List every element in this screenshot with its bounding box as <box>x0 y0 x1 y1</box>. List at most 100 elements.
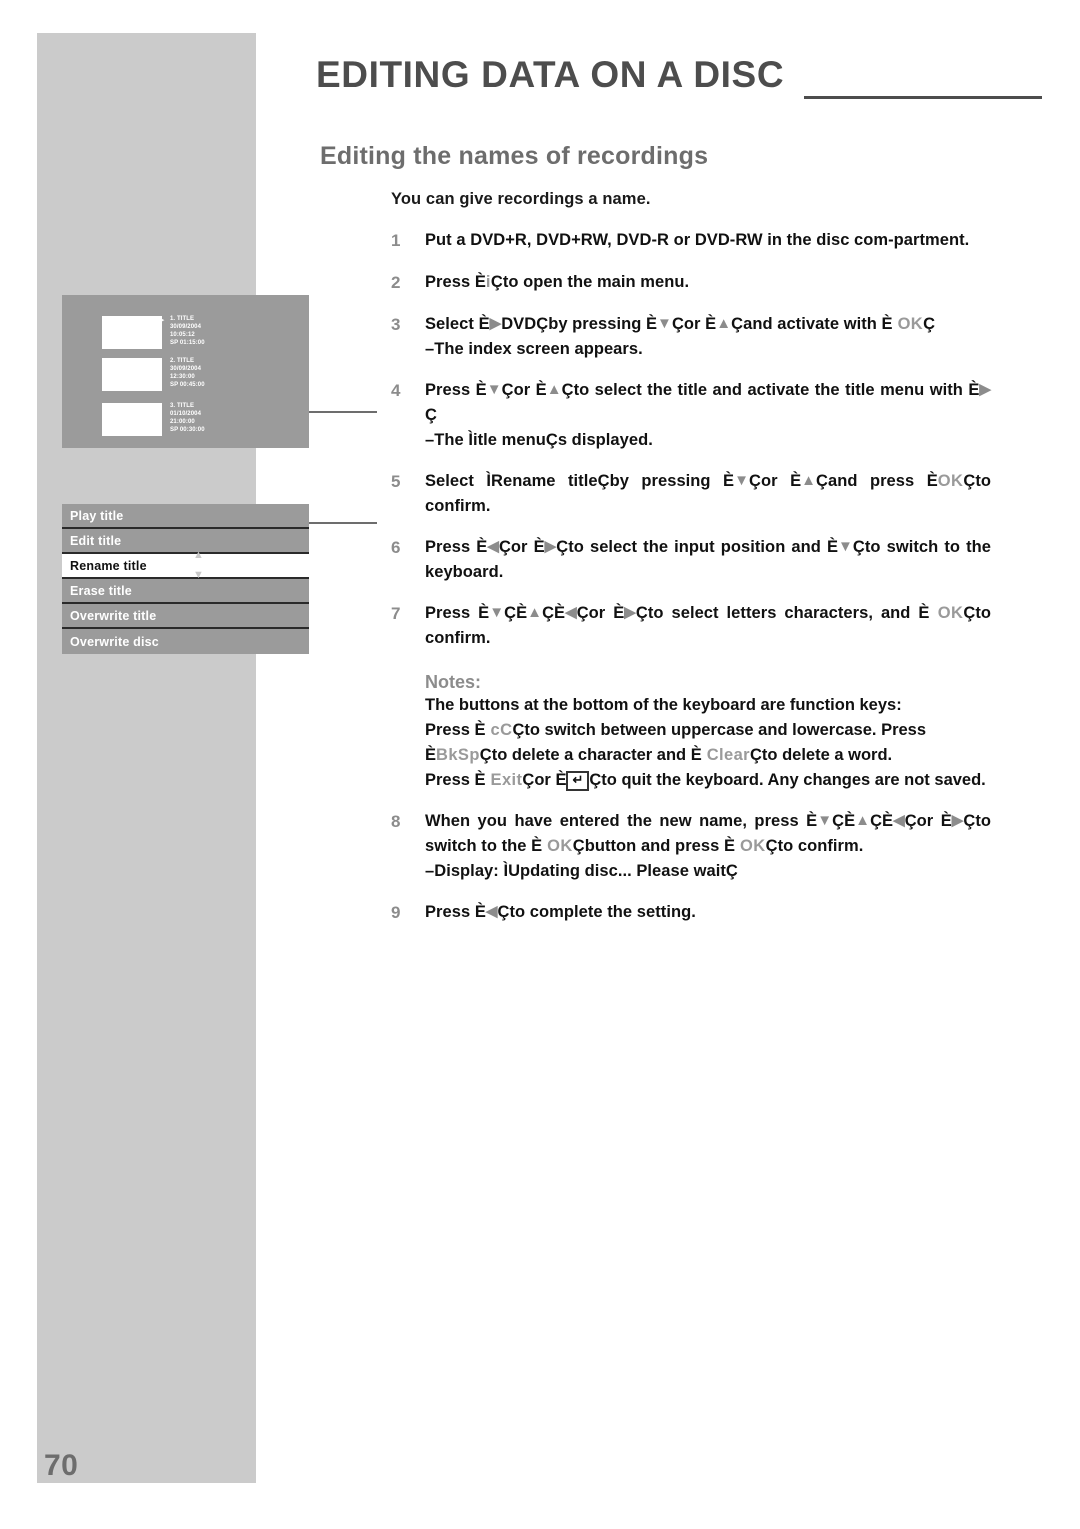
step-body: Press ÈiÇto open the main menu. <box>425 270 991 296</box>
notes-line: The buttons at the bottom of the keyboar… <box>425 693 991 718</box>
instruction-step: 1 Put a DVD+R, DVD+RW, DVD-R or DVD-RW in… <box>391 228 991 254</box>
thumbnail <box>102 358 162 391</box>
bracket-glyph: È <box>425 745 437 764</box>
bracket-glyph: Ç <box>425 405 437 424</box>
return-key-icon: ↵ <box>566 770 590 791</box>
bracket-glyph: Ç <box>556 538 569 557</box>
index-entry[interactable]: ▶ 1. TITLE 30/09/2004 10:05:12 SP 01:15:00 <box>102 316 205 349</box>
instruction-steps: 1 Put a DVD+R, DVD+RW, DVD-R or DVD-RW in… <box>391 228 991 942</box>
step-text: Press <box>425 770 475 789</box>
step-number: 2 <box>391 272 401 292</box>
title-menu-item-overwrite-title[interactable]: Overwrite title <box>62 604 309 629</box>
bracket-glyph: È <box>613 604 625 623</box>
key-label: OK <box>892 314 924 333</box>
index-entry-meta: ▶ 1. TITLE 30/09/2004 10:05:12 SP 01:15:00 <box>159 316 205 348</box>
instruction-step: 6 Press È ◀ Çor È ▶ Çto select the input … <box>391 535 991 585</box>
step-text: or <box>534 770 556 789</box>
bracket-glyph: Ç <box>497 903 510 922</box>
step-text: Press <box>425 720 475 739</box>
title-menu-item-erase-title[interactable]: Erase title <box>62 579 309 604</box>
bracket-glyph: Ç <box>572 836 585 855</box>
step-text: Select <box>425 314 479 333</box>
step-number: 7 <box>391 604 401 624</box>
decorative-strip <box>62 468 252 486</box>
arrow-icon: ▲ <box>716 314 732 332</box>
step-text: When you have entered the new name, pres… <box>425 811 807 830</box>
bracket-glyph: È <box>478 314 490 333</box>
title-menu-item-overwrite-disc[interactable]: Overwrite disc <box>62 629 309 654</box>
index-entry-date: 30/09/2004 <box>170 323 202 330</box>
step-text: to delete a word. <box>761 745 893 764</box>
step-body: Select ÌRename titleÇby pressing È ▼ Çor… <box>425 469 991 519</box>
step-text: to quit the keyboard. Any changes are no… <box>601 770 986 789</box>
bracket-glyph: Ç <box>963 472 976 491</box>
arrow-icon: ▶ <box>951 811 964 829</box>
step-text: to confirm. <box>777 836 864 855</box>
arrow-icon: ▲ <box>801 472 817 490</box>
manual-page: 70 EDITING DATA ON A DISC Editing the na… <box>0 0 1080 1529</box>
bracket-glyph: È <box>645 314 658 333</box>
arrow-icon: ▶ <box>979 380 992 398</box>
notes-block: Notes: The buttons at the bottom of the k… <box>391 668 991 793</box>
arrow-icon: ▼ <box>838 538 853 556</box>
bracket-glyph: Ç <box>923 314 936 333</box>
step-text: Put a DVD+R, DVD+RW, DVD-R or DVD-RW in … <box>425 231 970 249</box>
index-entry[interactable]: 3. TITLE 01/10/2004 21:00:00 SP 00:30:00 <box>102 403 205 436</box>
arrow-icon: ◀ <box>487 538 499 556</box>
step-number: 6 <box>391 538 401 558</box>
bracket-glyph: È <box>533 538 545 557</box>
step-body: Press È ◀ Çor È ▶ Çto select the input p… <box>425 535 991 585</box>
thumbnail <box>102 316 162 349</box>
index-entry-time: 10:05:12 <box>170 331 195 338</box>
bracket-glyph: Ç <box>765 836 778 855</box>
bracket-glyph: È <box>940 811 952 830</box>
title-menu-item-label: Rename title <box>70 558 147 573</box>
bracket-glyph: Ç <box>963 604 976 623</box>
bracket-glyph: È <box>790 472 802 491</box>
step-text: Rename title <box>491 472 598 491</box>
arrow-icon: ▶ <box>544 538 557 556</box>
key-label: OK <box>929 604 964 623</box>
step-text: to complete the setting. <box>509 903 696 922</box>
step-body: When you have entered the new name, pres… <box>425 809 991 884</box>
bracket-glyph: Ç <box>671 314 684 333</box>
arrow-icon: ▼ <box>489 604 505 622</box>
instruction-step: 4 Press È ▼ Çor È ▲ Çto select the title … <box>391 378 991 453</box>
leader-line-index <box>309 411 377 413</box>
bracket-glyph: Ç <box>749 472 761 491</box>
key-label: OK <box>735 836 766 855</box>
title-menu-item-edit-title[interactable]: Edit title <box>62 529 309 554</box>
bracket-glyph: È <box>968 380 980 399</box>
bracket-glyph: È <box>844 811 856 830</box>
arrow-icon: ▼ <box>734 472 750 490</box>
bracket-glyph: È <box>478 604 490 623</box>
bracket-glyph: È <box>881 314 893 333</box>
arrow-icon: ◀ <box>893 811 905 829</box>
bracket-glyph: Ç <box>479 745 492 764</box>
bracket-glyph: È <box>690 745 702 764</box>
step-number: 1 <box>391 231 401 250</box>
key-label: BkSp <box>436 745 480 764</box>
bracket-glyph: Ç <box>501 380 514 399</box>
bracket-glyph: Ç <box>512 720 525 739</box>
title-menu-item-rename-title[interactable]: Rename title ▲ ▼ <box>62 550 309 581</box>
title-menu-item-play-title[interactable]: Play title <box>62 504 309 529</box>
key-label: DVD <box>501 314 537 333</box>
instruction-step: 9 Press È ◀ Çto complete the setting. <box>391 900 991 926</box>
bracket-glyph: È <box>474 903 486 922</box>
notes-line: Press È ExitÇor È ↵ Çto quit the keyboard.… <box>425 768 991 793</box>
bracket-glyph: Ç <box>870 811 883 830</box>
bracket-glyph: Ç <box>522 770 535 789</box>
bracket-glyph: Ç <box>561 380 574 399</box>
step-text: to select the title and activate the tit… <box>573 380 969 399</box>
index-entry[interactable]: 2. TITLE 30/09/2004 12:30:00 SP 00:45:00 <box>102 358 205 391</box>
chapter-title: EDITING DATA ON A DISC <box>316 54 785 95</box>
bracket-glyph: Ç <box>536 314 549 333</box>
index-entry-mode: SP 00:30:00 <box>170 426 205 433</box>
arrow-icon: ▶ <box>489 314 502 332</box>
title-menu-item-label: Play title <box>70 508 124 523</box>
bracket-glyph: Ç <box>731 314 744 333</box>
step-text: or <box>683 314 706 333</box>
arrow-icon: ◀ <box>565 604 577 622</box>
index-entry-date: 01/10/2004 <box>170 410 202 417</box>
